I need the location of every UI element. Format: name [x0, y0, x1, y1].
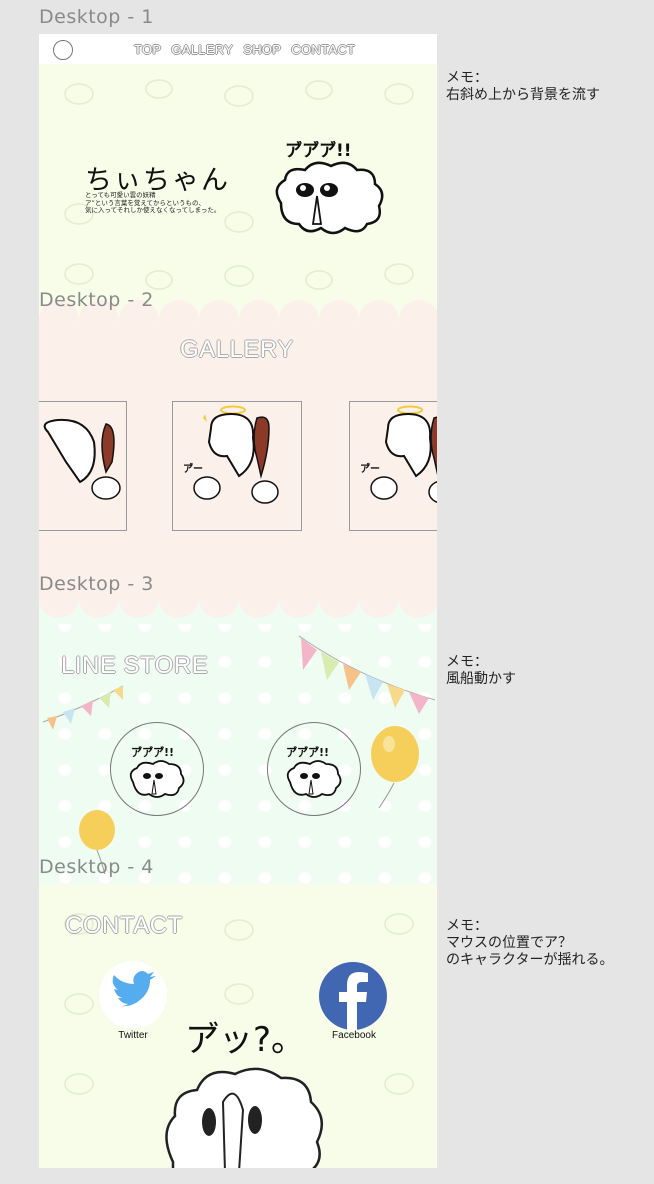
- contact-character-text: ア゙ッ?。: [185, 1020, 306, 1060]
- hero-description: とっても可愛い雲の妖精 ア”という言葉を覚えてからというもの、 気に入ってそれし…: [85, 191, 221, 215]
- twitter-icon[interactable]: [98, 960, 168, 1030]
- contact-character-cloud[interactable]: [159, 1062, 329, 1168]
- facebook-label[interactable]: Facebook: [309, 1030, 399, 1041]
- facebook-icon[interactable]: [319, 962, 387, 1030]
- site-logo[interactable]: [53, 40, 73, 60]
- contact-title: CONTACT: [65, 912, 183, 939]
- balloons: [79, 726, 419, 875]
- gallery-caption: ア゙ー: [360, 464, 380, 475]
- nav-menu: TOP GALLERY SHOP CONTACT: [134, 42, 355, 57]
- memo-1: メモ： 右斜め上から背景を流す: [446, 70, 600, 103]
- nav-item-shop[interactable]: SHOP: [243, 42, 281, 57]
- nav-item-gallery[interactable]: GALLERY: [171, 42, 233, 57]
- twitter-label[interactable]: Twitter: [88, 1030, 178, 1041]
- memo-2: メモ： 風船動かす: [446, 654, 516, 687]
- nav-item-contact[interactable]: CONTACT: [291, 42, 355, 57]
- nav-item-top[interactable]: TOP: [134, 42, 161, 57]
- desktop-4-contact-frame: CONTACT Twitter Facebook ア゙ッ?。: [39, 884, 437, 1168]
- frame-label-desktop-1: Desktop - 1: [39, 6, 154, 28]
- frame-label-desktop-3: Desktop - 3: [39, 573, 154, 595]
- frame-label-desktop-2: Desktop - 2: [39, 289, 154, 311]
- gallery-card-center[interactable]: ア゙ー: [172, 401, 302, 531]
- gallery-caption: ア゙ー: [183, 464, 203, 475]
- cloud-character-illustration: [275, 161, 384, 235]
- gallery-image: [43, 418, 121, 500]
- desktop-1-hero-frame: TOP GALLERY SHOP CONTACT ちぃちゃん とっても可愛い雲の…: [39, 34, 437, 304]
- gallery-card-prev[interactable]: [39, 401, 127, 531]
- desktop-3-store-frame: LINE STORE ア゙ア゙ア゙!! ア゙ア゙ア゙!!: [39, 598, 437, 888]
- memo-3: メモ： マウスの位置でア？ のキャラクターが揺れる。: [446, 918, 614, 968]
- frame-label-desktop-4: Desktop - 4: [39, 856, 154, 878]
- top-navigation: TOP GALLERY SHOP CONTACT: [39, 34, 437, 64]
- gallery-card-next[interactable]: ア゙ー: [349, 401, 437, 531]
- gallery-title: GALLERY: [180, 336, 294, 363]
